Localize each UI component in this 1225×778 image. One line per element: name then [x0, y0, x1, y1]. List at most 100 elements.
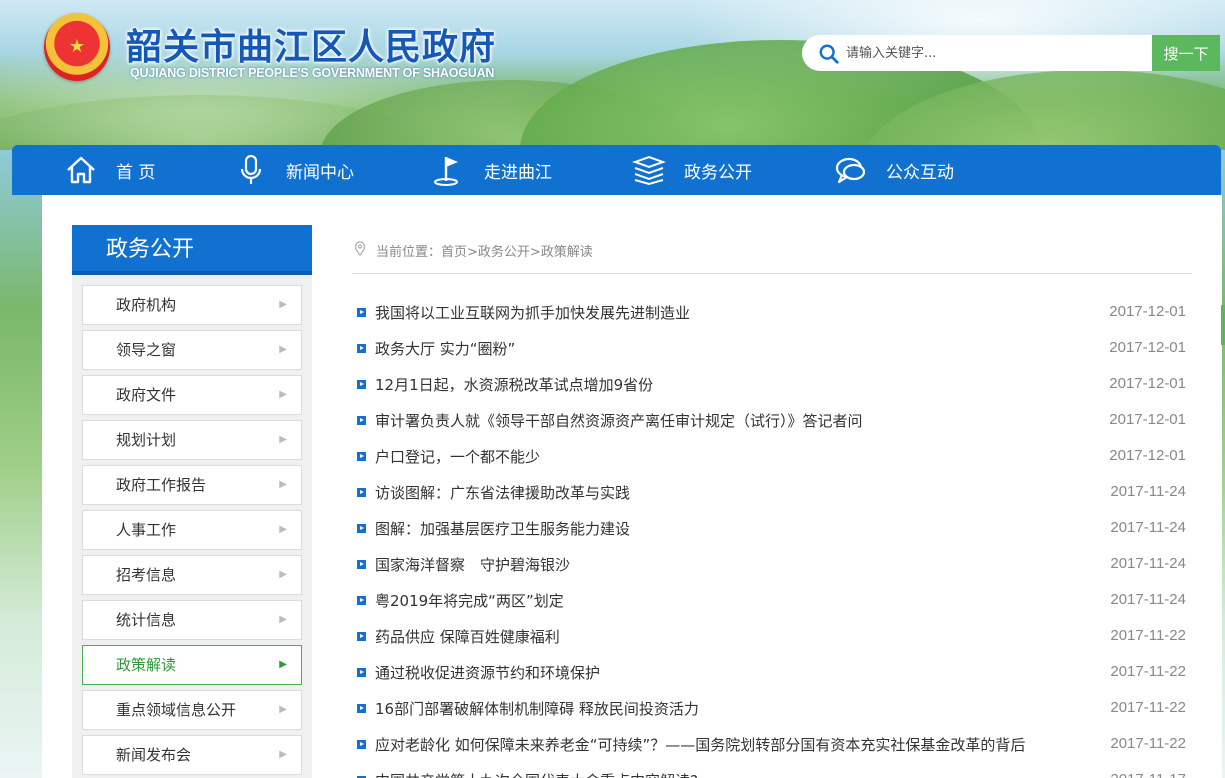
news-row[interactable]: 中国共产党第十九次全国代表大会重点内容解读? 2017-11-17 — [355, 763, 1188, 778]
sidebar-item-personnel[interactable]: 人事工作 ▶ — [82, 510, 302, 550]
sidebar-item-documents[interactable]: 政府文件 ▶ — [82, 375, 302, 415]
site-title[interactable]: 韶关市曲江区人民政府 — [126, 18, 496, 70]
news-date: 2017-11-22 — [1110, 627, 1186, 644]
news-row[interactable]: 政务大厅 实力“圈粉” 2017-12-01 — [355, 331, 1188, 367]
news-title[interactable]: 12月1日起，水资源税改革试点增加9省份 — [375, 374, 653, 395]
sidebar-item-recruitment[interactable]: 招考信息 ▶ — [82, 555, 302, 595]
flag-icon — [434, 157, 458, 186]
news-title[interactable]: 图解：加强基层医疗卫生服务能力建设 — [375, 518, 630, 539]
news-row[interactable]: 12月1日起，水资源税改革试点增加9省份 2017-12-01 — [355, 367, 1188, 403]
search-box: 搜一下 — [802, 35, 1220, 71]
news-title[interactable]: 粤2019年将完成“两区”划定 — [375, 590, 564, 611]
breadcrumb: 当前位置：首页>政务公开>政策解读 — [352, 238, 1192, 274]
location-pin-icon — [354, 241, 366, 256]
news-date: 2017-11-17 — [1110, 771, 1186, 778]
news-date: 2017-12-01 — [1109, 339, 1186, 356]
news-row[interactable]: 图解：加强基层医疗卫生服务能力建设 2017-11-24 — [355, 511, 1188, 547]
news-row[interactable]: 户口登记，一个都不能少 2017-12-01 — [355, 439, 1188, 475]
news-row[interactable]: 通过税收促进资源节约和环境保护 2017-11-22 — [355, 655, 1188, 691]
sidebar-item-label: 人事工作 — [116, 521, 177, 539]
bullet-arrow-icon — [357, 668, 366, 677]
search-button[interactable]: 搜一下 — [1152, 35, 1220, 71]
chevron-right-icon: ▶ — [279, 614, 287, 625]
news-row[interactable]: 粤2019年将完成“两区”划定 2017-11-24 — [355, 583, 1188, 619]
chevron-right-icon: ▶ — [279, 524, 287, 535]
news-title[interactable]: 中国共产党第十九次全国代表大会重点内容解读? — [375, 770, 698, 778]
sidebar-item-key-areas[interactable]: 重点领域信息公开 ▶ — [82, 690, 302, 730]
nav-item-interaction[interactable]: 公众互动 — [834, 145, 954, 195]
chevron-right-icon: ▶ — [279, 344, 287, 355]
sidebar-item-label: 招考信息 — [116, 566, 177, 584]
news-row[interactable]: 国家海洋督察 守护碧海银沙 2017-11-24 — [355, 547, 1188, 583]
news-date: 2017-11-24 — [1110, 483, 1186, 500]
sidebar-item-press-conference[interactable]: 新闻发布会 ▶ — [82, 735, 302, 775]
sidebar-item-work-report[interactable]: 政府工作报告 ▶ — [82, 465, 302, 505]
sidebar-item-label: 领导之窗 — [116, 341, 177, 359]
home-icon — [67, 156, 95, 184]
bullet-arrow-icon — [357, 560, 366, 569]
news-title[interactable]: 政务大厅 实力“圈粉” — [375, 338, 515, 359]
sidebar-item-label: 政府机构 — [116, 296, 177, 314]
news-date: 2017-11-24 — [1110, 519, 1186, 536]
chevron-right-icon: ▶ — [279, 434, 287, 445]
sidebar-item-label: 政府文件 — [116, 386, 177, 404]
news-title[interactable]: 户口登记，一个都不能少 — [375, 446, 540, 467]
sidebar-item-label: 规划计划 — [116, 431, 177, 449]
news-row[interactable]: 应对老龄化 如何保障未来养老金“可持续”？——国务院划转部分国有资本充实社保基金… — [355, 727, 1188, 763]
sidebar-item-label: 政策解读 — [116, 656, 177, 674]
news-title[interactable]: 药品供应 保障百姓健康福利 — [375, 626, 560, 647]
search-input[interactable] — [846, 42, 1146, 64]
bullet-arrow-icon — [357, 704, 366, 713]
main-nav: 首 页 新闻中心 走进曲江 政务公开 公众互动 — [12, 145, 1221, 195]
sidebar-item-policy-interpretation[interactable]: 政策解读 ▶ — [82, 645, 302, 685]
news-row[interactable]: 审计署负责人就《领导干部自然资源资产离任审计规定（试行）》答记者问 2017-12… — [355, 403, 1188, 439]
news-title[interactable]: 16部门部署破解体制机制障碍 释放民间投资活力 — [375, 698, 699, 719]
bullet-arrow-icon — [357, 416, 366, 425]
news-row[interactable]: 16部门部署破解体制机制障碍 释放民间投资活力 2017-11-22 — [355, 691, 1188, 727]
sidebar-item-label: 新闻发布会 — [116, 746, 192, 764]
news-row[interactable]: 我国将以工业互联网为抓手加快发展先进制造业 2017-12-01 — [355, 295, 1188, 331]
header-banner: ★ 韶关市曲江区人民政府 QUJIANG DISTRICT PEOPLE'S G… — [0, 0, 1225, 150]
nav-item-home[interactable]: 首 页 — [64, 145, 155, 195]
news-date: 2017-12-01 — [1109, 411, 1186, 428]
bullet-arrow-icon — [357, 308, 366, 317]
sidebar-item-statistics[interactable]: 统计信息 ▶ — [82, 600, 302, 640]
news-date: 2017-11-24 — [1110, 591, 1186, 608]
news-title[interactable]: 访谈图解：广东省法律援助改革与实践 — [375, 482, 630, 503]
sidebar-title: 政务公开 — [72, 225, 312, 275]
sidebar-item-label: 政府工作报告 — [116, 476, 207, 494]
chevron-right-icon: ▶ — [279, 389, 287, 400]
chat-icon — [835, 157, 866, 184]
floating-side-tab[interactable] — [1221, 305, 1225, 345]
news-title[interactable]: 我国将以工业互联网为抓手加快发展先进制造业 — [375, 302, 690, 323]
bullet-arrow-icon — [357, 488, 366, 497]
sidebar-item-label: 重点领域信息公开 — [116, 701, 237, 719]
nav-item-government[interactable]: 政务公开 — [632, 145, 752, 195]
sidebar-item-label: 统计信息 — [116, 611, 177, 629]
news-title[interactable]: 审计署负责人就《领导干部自然资源资产离任审计规定（试行）》答记者问 — [375, 410, 863, 431]
news-date: 2017-11-24 — [1110, 555, 1186, 572]
sidebar-item-government-agencies[interactable]: 政府机构 ▶ — [82, 285, 302, 325]
nav-label: 首 页 — [116, 162, 156, 183]
news-date: 2017-11-22 — [1110, 663, 1186, 680]
news-title[interactable]: 国家海洋督察 守护碧海银沙 — [375, 554, 570, 575]
sidebar-item-plans[interactable]: 规划计划 ▶ — [82, 420, 302, 460]
news-date: 2017-12-01 — [1109, 375, 1186, 392]
chevron-right-icon: ▶ — [279, 749, 287, 760]
chevron-right-icon: ▶ — [279, 479, 287, 490]
breadcrumb-text[interactable]: 当前位置：首页>政务公开>政策解读 — [376, 241, 593, 260]
national-emblem-icon: ★ — [44, 13, 110, 81]
site-subtitle: QUJIANG DISTRICT PEOPLE'S GOVERNMENT OF … — [130, 66, 495, 80]
nav-label: 政务公开 — [684, 162, 752, 183]
news-title[interactable]: 应对老龄化 如何保障未来养老金“可持续”？——国务院划转部分国有资本充实社保基金… — [375, 734, 1025, 755]
nav-label: 公众互动 — [886, 162, 954, 183]
nav-item-news[interactable]: 新闻中心 — [234, 145, 354, 195]
news-title[interactable]: 通过税收促进资源节约和环境保护 — [375, 662, 600, 683]
bullet-arrow-icon — [357, 596, 366, 605]
sidebar-item-leaders[interactable]: 领导之窗 ▶ — [82, 330, 302, 370]
nav-item-about[interactable]: 走进曲江 — [432, 145, 552, 195]
news-row[interactable]: 访谈图解：广东省法律援助改革与实践 2017-11-24 — [355, 475, 1188, 511]
news-row[interactable]: 药品供应 保障百姓健康福利 2017-11-22 — [355, 619, 1188, 655]
sidebar-menu: 政府机构 ▶ 领导之窗 ▶ 政府文件 ▶ 规划计划 ▶ 政府工作报告 ▶ 人事工作 ▶ 招考… — [72, 275, 312, 778]
chevron-right-icon: ▶ — [279, 569, 287, 580]
